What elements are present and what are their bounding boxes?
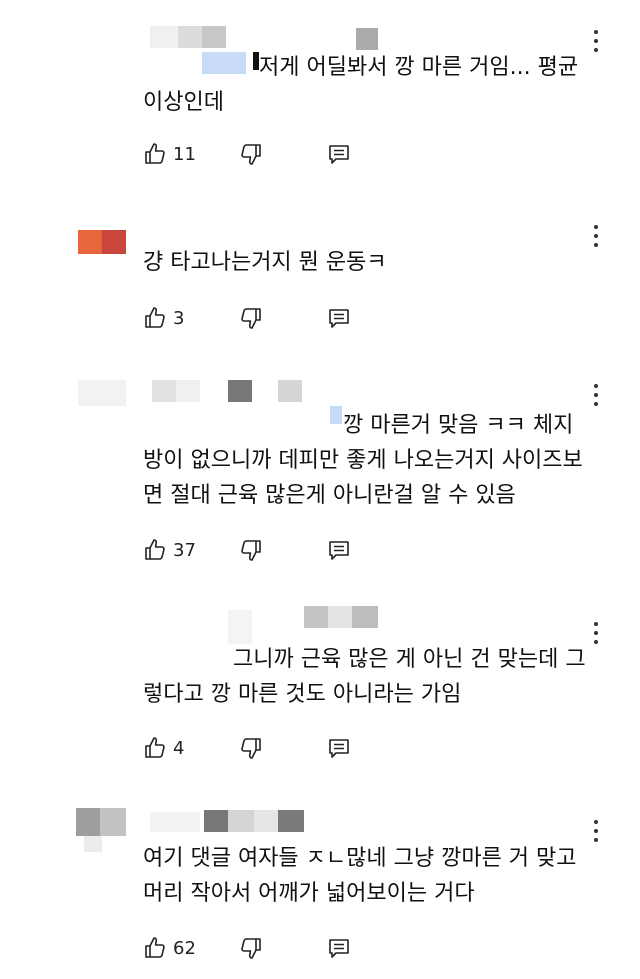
reply-button[interactable] xyxy=(327,933,351,963)
reply-button[interactable] xyxy=(327,139,351,169)
like-count: 3 xyxy=(173,307,185,329)
thumbs-up-icon xyxy=(145,937,165,958)
like-button[interactable]: 62 xyxy=(143,933,196,963)
redacted-username xyxy=(304,606,328,628)
comment-1: 저게 어딜봐서 깡 마른 거임... 평균 이상인데 11 xyxy=(0,0,640,190)
redacted-avatar xyxy=(84,836,102,852)
redacted-avatar xyxy=(78,380,126,406)
redacted-username xyxy=(202,26,226,48)
redacted-avatar xyxy=(76,808,100,836)
thumbs-up-icon xyxy=(145,143,165,164)
redacted-username xyxy=(176,380,200,402)
reply-button[interactable] xyxy=(327,303,351,333)
redacted-username xyxy=(352,606,378,628)
redacted-username xyxy=(228,610,252,644)
like-count: 62 xyxy=(173,937,196,959)
redacted-username xyxy=(356,28,378,50)
comment-actions: 37 xyxy=(143,535,363,565)
dislike-button[interactable] xyxy=(239,303,263,333)
comment-text: 그니까 근육 많은 게 아닌 건 맞는데 그렇다고 깡 마른 것도 아니라는 가… xyxy=(143,647,586,707)
redacted-username xyxy=(228,810,254,832)
comment-5: 여기 댓글 여자들 ㅈㄴ많네 그냥 깡마른 거 맞고 머리 작아서 어깨가 넓어… xyxy=(0,800,640,979)
thumbs-up-icon xyxy=(145,539,165,560)
redacted-username xyxy=(204,810,228,832)
redacted-username xyxy=(150,26,178,48)
redacted-avatar xyxy=(78,230,102,254)
redacted-username xyxy=(328,606,352,628)
comment-text: 깡 마른거 맞음 ㅋㅋ 체지방이 없으니까 데피만 좋게 나오는거지 사이즈보면… xyxy=(143,413,583,508)
comment-4: 그니까 근육 많은 게 아닌 건 맞는데 그렇다고 깡 마른 것도 아니라는 가… xyxy=(0,598,640,778)
thumbs-down-icon xyxy=(241,308,261,329)
redacted-username xyxy=(150,812,200,832)
like-button[interactable]: 11 xyxy=(143,139,196,169)
more-options-button[interactable] xyxy=(588,382,604,408)
dislike-button[interactable] xyxy=(239,733,263,763)
redacted-avatar xyxy=(100,808,126,836)
like-count: 37 xyxy=(173,539,196,561)
thumbs-down-icon xyxy=(241,738,261,759)
comment-actions: 11 xyxy=(143,139,363,169)
like-button[interactable]: 4 xyxy=(143,733,184,763)
reply-icon xyxy=(329,145,349,164)
comment-actions: 3 xyxy=(143,303,363,333)
comment-text: 여기 댓글 여자들 ㅈㄴ많네 그냥 깡마른 거 맞고 머리 작아서 어깨가 넓어… xyxy=(143,846,577,906)
thumbs-down-icon xyxy=(241,938,261,959)
redacted-username xyxy=(278,810,304,832)
reply-button[interactable] xyxy=(327,733,351,763)
comment-text: 저게 어딜봐서 깡 마른 거임... 평균 이상인데 xyxy=(143,55,579,115)
dislike-button[interactable] xyxy=(239,933,263,963)
redacted-username xyxy=(178,26,202,48)
comment-text: 걍 타고나는거지 뭔 운동ㅋ xyxy=(143,250,387,275)
comment-actions: 4 xyxy=(143,733,363,763)
reply-button[interactable] xyxy=(327,535,351,565)
thumbs-up-icon xyxy=(145,307,165,328)
redacted-username xyxy=(278,380,302,402)
reply-icon xyxy=(329,309,349,328)
redacted-avatar xyxy=(102,230,126,254)
thumbs-down-icon xyxy=(241,144,261,165)
like-button[interactable]: 37 xyxy=(143,535,196,565)
comment-3: 깡 마른거 맞음 ㅋㅋ 체지방이 없으니까 데피만 좋게 나오는거지 사이즈보면… xyxy=(0,368,640,588)
like-button[interactable]: 3 xyxy=(143,303,184,333)
comment-actions: 62 xyxy=(143,933,363,963)
redacted-username xyxy=(228,380,252,402)
redacted-username xyxy=(254,810,278,832)
reply-icon xyxy=(329,541,349,560)
thumbs-up-icon xyxy=(145,737,165,758)
dislike-button[interactable] xyxy=(239,535,263,565)
reply-icon xyxy=(329,939,349,958)
redacted-username xyxy=(152,380,176,402)
like-count: 11 xyxy=(173,143,196,165)
dislike-button[interactable] xyxy=(239,139,263,169)
like-count: 4 xyxy=(173,737,185,759)
thumbs-down-icon xyxy=(241,540,261,561)
comment-2: 걍 타고나는거지 뭔 운동ㅋ 3 xyxy=(0,215,640,345)
reply-icon xyxy=(329,739,349,758)
